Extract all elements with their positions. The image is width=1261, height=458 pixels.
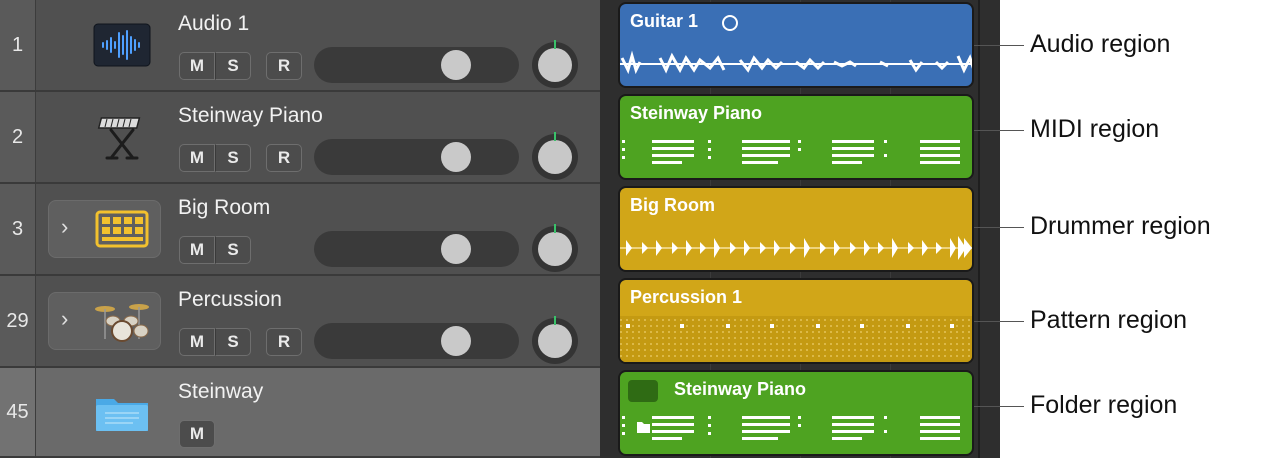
volume-slider[interactable] xyxy=(314,139,519,175)
volume-slider-knob[interactable] xyxy=(441,234,471,264)
record-enable-button[interactable]: R xyxy=(266,328,302,356)
solo-button[interactable]: S xyxy=(215,328,251,356)
callout-pattern-region: Pattern region xyxy=(1030,306,1188,334)
region-name: Percussion 1 xyxy=(630,287,743,307)
track-headers: 1 Audio 1 M S R 2 Steinway Piano M S R 3… xyxy=(0,0,600,458)
drummer-region-big-room[interactable]: Big Room xyxy=(618,186,974,272)
track-number: 2 xyxy=(0,92,36,182)
mute-button[interactable]: M xyxy=(179,328,215,356)
track-number: 29 xyxy=(0,276,36,366)
track-name[interactable]: Percussion xyxy=(178,288,282,312)
region-name: Guitar 1 xyxy=(630,11,699,31)
chevron-right-icon[interactable]: › xyxy=(61,214,68,240)
mute-button[interactable]: M xyxy=(179,144,215,172)
region-name: Steinway Piano xyxy=(674,379,807,399)
chevron-right-icon[interactable]: › xyxy=(61,306,68,332)
mute-button[interactable]: M xyxy=(179,52,215,80)
pan-knob[interactable] xyxy=(532,132,578,180)
mute-button[interactable]: M xyxy=(179,420,215,448)
volume-slider[interactable] xyxy=(314,323,519,359)
record-enable-button[interactable]: R xyxy=(266,144,302,172)
grid-line xyxy=(978,0,980,458)
track-header-steinway-folder[interactable]: 45 Steinway M xyxy=(0,368,600,458)
track-name[interactable]: Steinway Piano xyxy=(178,104,323,128)
midi-region-steinway-piano[interactable]: Steinway Piano xyxy=(618,94,974,180)
folder-region-steinway-piano[interactable]: Steinway Piano xyxy=(618,370,974,456)
callout-line xyxy=(974,45,1024,46)
pattern-region-percussion-1[interactable]: Percussion 1 xyxy=(618,278,974,364)
pan-knob[interactable] xyxy=(532,316,578,364)
keyboard-stand-icon xyxy=(93,114,151,160)
drummer-hits-icon xyxy=(620,236,972,260)
pan-knob[interactable] xyxy=(532,40,578,88)
drum-kit-icon xyxy=(93,298,151,344)
folder-icon xyxy=(93,390,151,436)
waveform-icon xyxy=(620,50,972,75)
midi-notes-icon xyxy=(622,416,960,440)
record-enable-button[interactable]: R xyxy=(266,52,302,80)
mute-button[interactable]: M xyxy=(179,236,215,264)
volume-slider-knob[interactable] xyxy=(441,326,471,356)
pan-knob[interactable] xyxy=(532,224,578,272)
solo-button[interactable]: S xyxy=(215,52,251,80)
drum-machine-icon xyxy=(93,206,151,252)
track-header-steinway-piano[interactable]: 2 Steinway Piano M S R xyxy=(0,92,600,184)
solo-button[interactable]: S xyxy=(215,236,251,264)
folder-icon xyxy=(628,380,658,433)
callout-line xyxy=(974,130,1024,131)
track-number: 1 xyxy=(0,0,36,90)
region-name: Steinway Piano xyxy=(630,103,763,123)
step-pattern-icon xyxy=(620,316,972,362)
callout-line xyxy=(974,321,1024,322)
track-name[interactable]: Big Room xyxy=(178,196,270,220)
track-name[interactable]: Steinway xyxy=(178,380,263,404)
volume-slider[interactable] xyxy=(314,231,519,267)
callout-midi-region: MIDI region xyxy=(1030,115,1160,143)
track-header-big-room[interactable]: 3 › Big Room M S xyxy=(0,184,600,276)
track-number: 45 xyxy=(0,368,36,456)
volume-slider-knob[interactable] xyxy=(441,142,471,172)
tracks-area[interactable]: Guitar 1 Steinway Piano Big Room Percuss… xyxy=(600,0,1000,458)
callout-folder-region: Folder region xyxy=(1030,391,1178,419)
track-number: 3 xyxy=(0,184,36,274)
solo-button[interactable]: S xyxy=(215,144,251,172)
volume-slider[interactable] xyxy=(314,47,519,83)
callout-drummer-region: Drummer region xyxy=(1030,212,1211,240)
callout-line xyxy=(974,406,1024,407)
loop-circle-icon xyxy=(722,15,738,31)
callout-audio-region: Audio region xyxy=(1030,30,1171,58)
track-header-percussion[interactable]: 29 › Percussion M S R xyxy=(0,276,600,368)
waveform-icon xyxy=(93,22,151,68)
audio-region-guitar-1[interactable]: Guitar 1 xyxy=(618,2,974,88)
track-name[interactable]: Audio 1 xyxy=(178,12,249,36)
track-header-audio-1[interactable]: 1 Audio 1 M S R xyxy=(0,0,600,92)
volume-slider-knob[interactable] xyxy=(441,50,471,80)
callout-line xyxy=(974,227,1024,228)
logic-main-window: 1 Audio 1 M S R 2 Steinway Piano M S R 3… xyxy=(0,0,1000,458)
midi-notes-icon xyxy=(622,140,960,164)
region-name: Big Room xyxy=(630,195,715,215)
